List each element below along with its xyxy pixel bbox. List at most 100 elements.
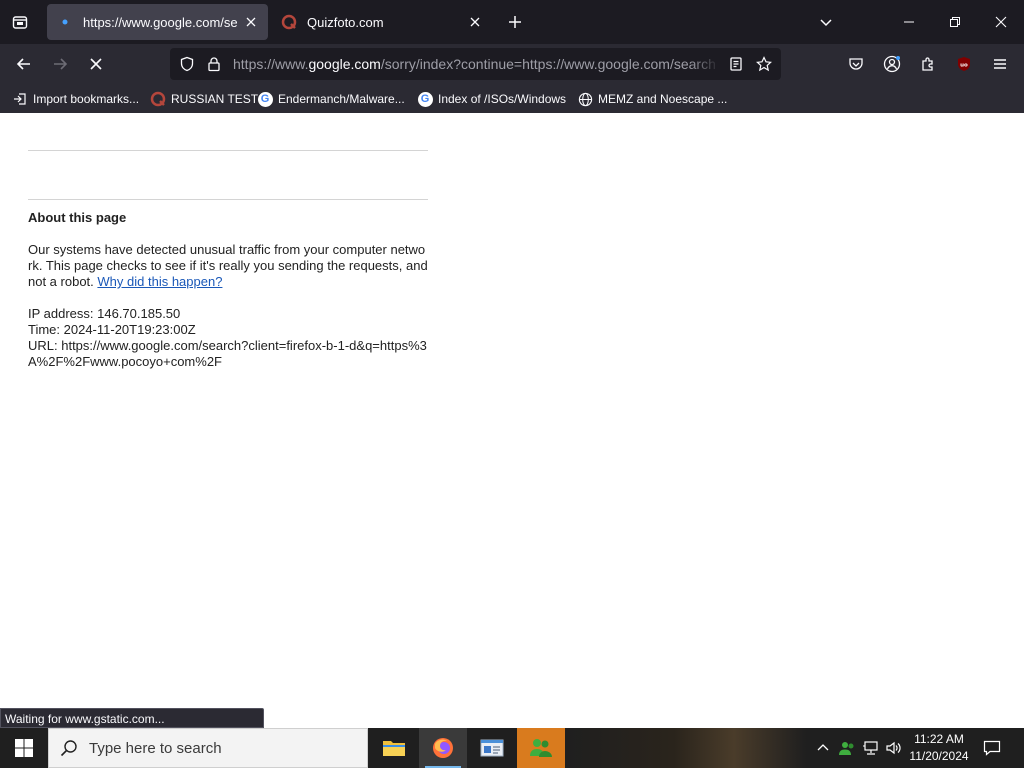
request-time: Time: 2024-11-20T19:23:00Z [28, 322, 196, 337]
url-prefix: https://www. [233, 56, 309, 72]
window-app-icon [480, 739, 504, 757]
status-bar: Waiting for www.gstatic.com... [0, 708, 264, 728]
stop-icon [90, 58, 102, 70]
stop-button[interactable] [82, 50, 110, 78]
clock-time: 11:22 AM [914, 732, 964, 746]
hamburger-menu-icon [994, 59, 1006, 69]
users-icon [530, 739, 552, 757]
clock-date: 11/20/2024 [909, 749, 969, 763]
ip-address: IP address: 146.70.185.50 [28, 306, 181, 321]
extensions-button[interactable] [914, 50, 942, 78]
bookmark-import[interactable]: Import bookmarks... [12, 88, 139, 110]
app-window-button[interactable] [468, 728, 516, 768]
globe-icon [577, 91, 593, 107]
account-icon [883, 55, 901, 73]
traffic-message: Our systems have detected unusual traffi… [28, 242, 428, 290]
show-hidden-icons-button[interactable] [813, 738, 833, 758]
bookmark-index-isos[interactable]: G Index of /ISOs/Windows [417, 88, 566, 110]
bookmark-memz[interactable]: MEMZ and Noescape ... [577, 88, 727, 110]
firefox-view-button[interactable] [6, 8, 34, 36]
back-button[interactable] [10, 50, 38, 78]
taskbar-background-area [566, 728, 806, 768]
quizfoto-icon [281, 14, 297, 30]
navigation-toolbar: https://www.google.com/sorry/index?conti… [0, 44, 1024, 84]
network-icon[interactable] [861, 738, 881, 758]
new-tab-button[interactable] [501, 8, 529, 36]
loading-dot-icon [57, 14, 73, 30]
close-window-button[interactable] [978, 0, 1024, 44]
chevron-down-icon [820, 19, 832, 27]
bookmark-label: RUSSIAN TEST [171, 92, 259, 106]
google-icon: G [257, 91, 273, 107]
bookmark-label: Index of /ISOs/Windows [438, 92, 567, 106]
url-text[interactable]: https://www.google.com/sorry/index?conti… [233, 56, 715, 74]
windows-logo-icon [15, 739, 33, 757]
messenger-button[interactable] [517, 728, 565, 768]
bookmark-endermanch[interactable]: G Endermanch/Malware... [257, 88, 405, 110]
taskbar-search-box[interactable]: Type here to search [48, 728, 368, 768]
bookmark-label: Import bookmarks... [33, 92, 140, 106]
arrow-right-icon [54, 58, 68, 70]
firefox-button[interactable] [419, 728, 467, 768]
traffic-message-text: Our systems have detected unusual traffi… [28, 242, 428, 289]
bookmark-label: Endermanch/Malware... [278, 92, 405, 106]
chevron-up-icon [817, 744, 829, 751]
list-all-tabs-button[interactable] [812, 8, 840, 36]
notification-icon [983, 740, 1001, 756]
close-tab-icon[interactable] [466, 13, 484, 31]
close-tab-icon[interactable] [242, 13, 260, 31]
divider [28, 199, 428, 200]
forward-button[interactable] [46, 50, 74, 78]
minimize-icon [904, 21, 914, 23]
request-url: URL: https://www.google.com/search?clien… [28, 338, 427, 369]
firefox-icon [433, 738, 453, 758]
folder-icon [383, 741, 405, 756]
start-button[interactable] [0, 728, 48, 768]
bookmark-label: MEMZ and Noescape ... [598, 92, 728, 106]
url-host: google.com [308, 56, 381, 72]
file-explorer-button[interactable] [370, 728, 418, 768]
url-fade [690, 52, 720, 76]
divider [28, 150, 428, 151]
restore-button[interactable] [932, 0, 978, 44]
close-icon [995, 16, 1007, 28]
ublock-origin-button[interactable]: uo [950, 50, 978, 78]
svg-text:uo: uo [960, 63, 968, 69]
why-did-this-happen-link[interactable]: Why did this happen? [97, 274, 222, 289]
plus-icon [509, 16, 521, 28]
taskbar: Type here to search 11:22 AM 11/20/2024 [0, 728, 1024, 768]
tab-title: Quizfoto.com [307, 14, 384, 30]
lock-icon[interactable] [204, 54, 224, 74]
address-bar[interactable]: https://www.google.com/sorry/index?conti… [170, 48, 781, 80]
notifications-button[interactable] [978, 736, 1006, 760]
page-content: About this page Our systems have detecte… [0, 113, 1024, 728]
tray-users-icon[interactable] [837, 738, 857, 758]
firefox-view-icon [12, 16, 28, 29]
google-icon: G [417, 91, 433, 107]
quizfoto-icon [150, 91, 166, 107]
minimize-button[interactable] [886, 0, 932, 44]
volume-icon[interactable] [884, 738, 904, 758]
tab-title: https://www.google.com/search [83, 14, 238, 30]
search-icon [49, 739, 89, 757]
tab-quizfoto[interactable]: Quizfoto.com [271, 4, 492, 40]
reader-view-icon[interactable] [726, 54, 746, 74]
tab-bar: https://www.google.com/search Quizfoto.c… [0, 0, 1024, 44]
tab-google-search[interactable]: https://www.google.com/search [47, 4, 268, 40]
account-button[interactable] [878, 50, 906, 78]
puzzle-icon [922, 57, 933, 71]
bookmarks-toolbar: Import bookmarks... RUSSIAN TEST G Ender… [0, 84, 1024, 113]
pocket-button[interactable] [842, 50, 870, 78]
bookmark-star-icon[interactable] [754, 54, 774, 74]
restore-icon [950, 17, 960, 27]
url-path: /sorry/index?continue=https://www.google… [380, 56, 715, 72]
page-heading: About this page [28, 210, 127, 225]
app-menu-button[interactable] [986, 50, 1014, 78]
search-placeholder: Type here to search [89, 739, 222, 757]
bookmark-russian-test[interactable]: RUSSIAN TEST [150, 88, 258, 110]
ublock-origin-icon: uo [958, 57, 970, 71]
system-clock[interactable]: 11:22 AM 11/20/2024 [904, 731, 974, 765]
pocket-icon [849, 58, 863, 70]
request-details: IP address: 146.70.185.50 Time: 2024-11-… [28, 306, 428, 370]
shield-icon[interactable] [177, 54, 197, 74]
